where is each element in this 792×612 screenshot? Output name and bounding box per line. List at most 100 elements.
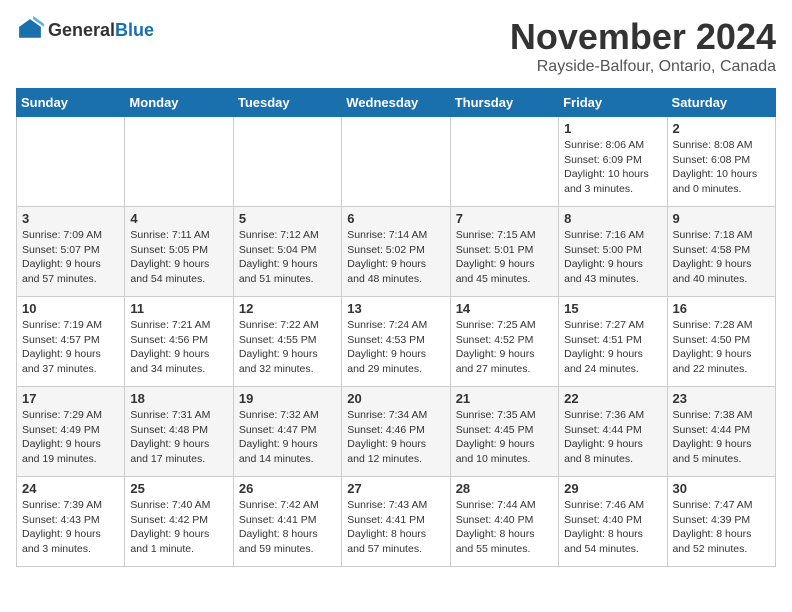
day-info: Sunrise: 7:31 AM Sunset: 4:48 PM Dayligh… bbox=[130, 408, 227, 467]
calendar-cell: 29 Sunrise: 7:46 AM Sunset: 4:40 PM Dayli… bbox=[559, 477, 667, 567]
calendar-cell: 21 Sunrise: 7:35 AM Sunset: 4:45 PM Dayli… bbox=[450, 387, 558, 477]
day-info: Sunrise: 7:35 AM Sunset: 4:45 PM Dayligh… bbox=[456, 408, 553, 467]
day-number: 12 bbox=[239, 301, 336, 316]
calendar-cell bbox=[233, 117, 341, 207]
weekday-header-thursday: Thursday bbox=[450, 89, 558, 117]
calendar-cell: 24 Sunrise: 7:39 AM Sunset: 4:43 PM Dayli… bbox=[17, 477, 125, 567]
day-info: Sunrise: 8:08 AM Sunset: 6:08 PM Dayligh… bbox=[673, 138, 770, 197]
day-number: 11 bbox=[130, 301, 227, 316]
calendar-cell: 15 Sunrise: 7:27 AM Sunset: 4:51 PM Dayli… bbox=[559, 297, 667, 387]
day-info: Sunrise: 7:39 AM Sunset: 4:43 PM Dayligh… bbox=[22, 498, 119, 557]
day-number: 21 bbox=[456, 391, 553, 406]
day-number: 14 bbox=[456, 301, 553, 316]
day-info: Sunrise: 7:46 AM Sunset: 4:40 PM Dayligh… bbox=[564, 498, 661, 557]
calendar-cell: 23 Sunrise: 7:38 AM Sunset: 4:44 PM Dayli… bbox=[667, 387, 775, 477]
day-number: 5 bbox=[239, 211, 336, 226]
calendar-cell bbox=[125, 117, 233, 207]
day-info: Sunrise: 7:38 AM Sunset: 4:44 PM Dayligh… bbox=[673, 408, 770, 467]
weekday-header-row: SundayMondayTuesdayWednesdayThursdayFrid… bbox=[17, 89, 776, 117]
day-number: 19 bbox=[239, 391, 336, 406]
calendar-cell: 6Sunrise: 7:14 AM Sunset: 5:02 PM Daylig… bbox=[342, 207, 450, 297]
day-number: 27 bbox=[347, 481, 444, 496]
day-info: Sunrise: 7:44 AM Sunset: 4:40 PM Dayligh… bbox=[456, 498, 553, 557]
day-info: Sunrise: 7:40 AM Sunset: 4:42 PM Dayligh… bbox=[130, 498, 227, 557]
location-title: Rayside-Balfour, Ontario, Canada bbox=[510, 58, 776, 76]
day-info: Sunrise: 7:15 AM Sunset: 5:01 PM Dayligh… bbox=[456, 228, 553, 287]
week-row-3: 10Sunrise: 7:19 AM Sunset: 4:57 PM Dayli… bbox=[17, 297, 776, 387]
calendar-cell: 9 Sunrise: 7:18 AM Sunset: 4:58 PM Daylig… bbox=[667, 207, 775, 297]
day-info: Sunrise: 7:12 AM Sunset: 5:04 PM Dayligh… bbox=[239, 228, 336, 287]
week-row-4: 17 Sunrise: 7:29 AM Sunset: 4:49 PM Dayli… bbox=[17, 387, 776, 477]
day-info: Sunrise: 7:28 AM Sunset: 4:50 PM Dayligh… bbox=[673, 318, 770, 377]
day-number: 4 bbox=[130, 211, 227, 226]
day-number: 22 bbox=[564, 391, 661, 406]
calendar-cell bbox=[342, 117, 450, 207]
week-row-1: 1 Sunrise: 8:06 AM Sunset: 6:09 PM Daylig… bbox=[17, 117, 776, 207]
day-number: 24 bbox=[22, 481, 119, 496]
day-info: Sunrise: 7:43 AM Sunset: 4:41 PM Dayligh… bbox=[347, 498, 444, 557]
calendar-cell: 11 Sunrise: 7:21 AM Sunset: 4:56 PM Dayli… bbox=[125, 297, 233, 387]
day-number: 15 bbox=[564, 301, 661, 316]
calendar-cell: 7 Sunrise: 7:15 AM Sunset: 5:01 PM Daylig… bbox=[450, 207, 558, 297]
day-info: Sunrise: 7:14 AM Sunset: 5:02 PM Dayligh… bbox=[347, 228, 444, 287]
day-info: Sunrise: 7:16 AM Sunset: 5:00 PM Dayligh… bbox=[564, 228, 661, 287]
day-info: Sunrise: 7:34 AM Sunset: 4:46 PM Dayligh… bbox=[347, 408, 444, 467]
day-info: Sunrise: 7:21 AM Sunset: 4:56 PM Dayligh… bbox=[130, 318, 227, 377]
calendar-cell: 27 Sunrise: 7:43 AM Sunset: 4:41 PM Dayli… bbox=[342, 477, 450, 567]
day-number: 7 bbox=[456, 211, 553, 226]
day-info: Sunrise: 7:19 AM Sunset: 4:57 PM Dayligh… bbox=[22, 318, 119, 377]
day-number: 16 bbox=[673, 301, 770, 316]
calendar-cell: 22 Sunrise: 7:36 AM Sunset: 4:44 PM Dayli… bbox=[559, 387, 667, 477]
calendar-cell: 14 Sunrise: 7:25 AM Sunset: 4:52 PM Dayli… bbox=[450, 297, 558, 387]
calendar-cell: 28 Sunrise: 7:44 AM Sunset: 4:40 PM Dayli… bbox=[450, 477, 558, 567]
day-info: Sunrise: 7:27 AM Sunset: 4:51 PM Dayligh… bbox=[564, 318, 661, 377]
day-number: 30 bbox=[673, 481, 770, 496]
day-number: 9 bbox=[673, 211, 770, 226]
day-number: 28 bbox=[456, 481, 553, 496]
calendar-cell bbox=[17, 117, 125, 207]
calendar-cell: 1 Sunrise: 8:06 AM Sunset: 6:09 PM Daylig… bbox=[559, 117, 667, 207]
day-info: Sunrise: 7:22 AM Sunset: 4:55 PM Dayligh… bbox=[239, 318, 336, 377]
weekday-header-wednesday: Wednesday bbox=[342, 89, 450, 117]
day-info: Sunrise: 7:29 AM Sunset: 4:49 PM Dayligh… bbox=[22, 408, 119, 467]
calendar-cell: 3Sunrise: 7:09 AM Sunset: 5:07 PM Daylig… bbox=[17, 207, 125, 297]
calendar-cell: 19 Sunrise: 7:32 AM Sunset: 4:47 PM Dayli… bbox=[233, 387, 341, 477]
calendar-cell: 4 Sunrise: 7:11 AM Sunset: 5:05 PM Daylig… bbox=[125, 207, 233, 297]
calendar-cell: 16 Sunrise: 7:28 AM Sunset: 4:50 PM Dayli… bbox=[667, 297, 775, 387]
calendar-cell: 25Sunrise: 7:40 AM Sunset: 4:42 PM Dayli… bbox=[125, 477, 233, 567]
day-number: 17 bbox=[22, 391, 119, 406]
calendar-cell: 2Sunrise: 8:08 AM Sunset: 6:08 PM Daylig… bbox=[667, 117, 775, 207]
calendar-cell: 12 Sunrise: 7:22 AM Sunset: 4:55 PM Dayli… bbox=[233, 297, 341, 387]
day-number: 18 bbox=[130, 391, 227, 406]
day-info: Sunrise: 8:06 AM Sunset: 6:09 PM Dayligh… bbox=[564, 138, 661, 197]
day-info: Sunrise: 7:18 AM Sunset: 4:58 PM Dayligh… bbox=[673, 228, 770, 287]
weekday-header-friday: Friday bbox=[559, 89, 667, 117]
calendar-cell: 13 Sunrise: 7:24 AM Sunset: 4:53 PM Dayli… bbox=[342, 297, 450, 387]
weekday-header-sunday: Sunday bbox=[17, 89, 125, 117]
day-number: 20 bbox=[347, 391, 444, 406]
logo-general: GeneralBlue bbox=[48, 20, 154, 41]
day-info: Sunrise: 7:32 AM Sunset: 4:47 PM Dayligh… bbox=[239, 408, 336, 467]
day-number: 3 bbox=[22, 211, 119, 226]
month-title: November 2024 bbox=[510, 16, 776, 58]
calendar-cell: 5 Sunrise: 7:12 AM Sunset: 5:04 PM Daylig… bbox=[233, 207, 341, 297]
calendar-cell: 18 Sunrise: 7:31 AM Sunset: 4:48 PM Dayli… bbox=[125, 387, 233, 477]
day-number: 13 bbox=[347, 301, 444, 316]
day-info: Sunrise: 7:24 AM Sunset: 4:53 PM Dayligh… bbox=[347, 318, 444, 377]
calendar-cell: 30Sunrise: 7:47 AM Sunset: 4:39 PM Dayli… bbox=[667, 477, 775, 567]
calendar-cell: 8 Sunrise: 7:16 AM Sunset: 5:00 PM Daylig… bbox=[559, 207, 667, 297]
day-info: Sunrise: 7:11 AM Sunset: 5:05 PM Dayligh… bbox=[130, 228, 227, 287]
day-number: 1 bbox=[564, 121, 661, 136]
calendar-cell: 20 Sunrise: 7:34 AM Sunset: 4:46 PM Dayli… bbox=[342, 387, 450, 477]
logo: GeneralBlue bbox=[16, 16, 154, 44]
day-info: Sunrise: 7:25 AM Sunset: 4:52 PM Dayligh… bbox=[456, 318, 553, 377]
day-number: 23 bbox=[673, 391, 770, 406]
title-area: November 2024 Rayside-Balfour, Ontario, … bbox=[510, 16, 776, 76]
day-number: 8 bbox=[564, 211, 661, 226]
day-number: 29 bbox=[564, 481, 661, 496]
calendar-cell bbox=[450, 117, 558, 207]
week-row-5: 24 Sunrise: 7:39 AM Sunset: 4:43 PM Dayli… bbox=[17, 477, 776, 567]
day-info: Sunrise: 7:36 AM Sunset: 4:44 PM Dayligh… bbox=[564, 408, 661, 467]
calendar-table: SundayMondayTuesdayWednesdayThursdayFrid… bbox=[16, 88, 776, 567]
weekday-header-monday: Monday bbox=[125, 89, 233, 117]
